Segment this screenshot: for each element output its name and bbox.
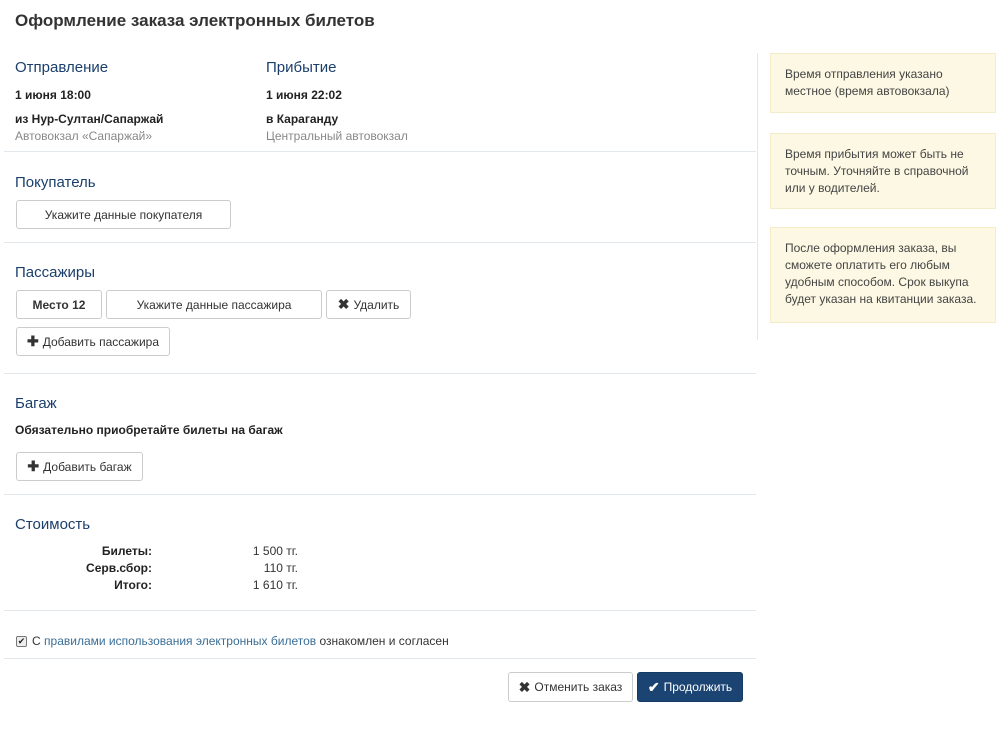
info-tip: Время прибытия может быть не точным. Уто…: [770, 133, 996, 209]
buyer-data-button-label: Укажите данные покупателя: [44, 207, 203, 222]
actions-bar: ✖ Отменить заказ ✔ Продолжить: [4, 659, 756, 719]
cancel-order-label: Отменить заказ: [534, 680, 623, 694]
rules-link[interactable]: правилами использования электронных биле…: [44, 634, 316, 648]
close-icon: ✖: [518, 678, 531, 695]
add-baggage-label: Добавить багаж: [43, 459, 132, 474]
arrival-title: Прибытие: [266, 59, 337, 76]
cost-title: Стоимость: [15, 516, 91, 533]
agreement-checkbox[interactable]: ✔: [16, 636, 27, 647]
seat-label: Место 12: [32, 297, 86, 312]
cost-label: Серв.сбор:: [86, 561, 152, 575]
passenger-data-button-label: Укажите данные пассажира: [136, 297, 292, 312]
cost-value: 110 тг.: [263, 561, 298, 575]
baggage-section: Багаж Обязательно приобретайте билеты на…: [4, 374, 756, 495]
route-section: Отправление 1 июня 18:00 из Нур-Султан/С…: [4, 50, 756, 152]
add-baggage-button[interactable]: ✚ Добавить багаж: [16, 452, 143, 481]
continue-button[interactable]: ✔ Продолжить: [637, 672, 743, 702]
cost-value: 1 610 тг.: [252, 578, 298, 592]
baggage-note: Обязательно приобретайте билеты на багаж: [15, 423, 283, 437]
arrival-city: в Караганду: [266, 112, 339, 126]
arrival-datetime: 1 июня 22:02: [266, 88, 342, 102]
agreement-row: ✔ С правилами использования электронных …: [4, 611, 756, 659]
cost-row: Билеты: 1 500 тг.: [4, 544, 304, 561]
cancel-order-button[interactable]: ✖ Отменить заказ: [508, 672, 633, 702]
departure-datetime: 1 июня 18:00: [15, 88, 91, 102]
cost-value: 1 500 тг.: [252, 544, 298, 558]
buyer-data-button[interactable]: Укажите данные покупателя: [16, 200, 231, 229]
departure-title: Отправление: [15, 59, 109, 76]
order-form: Отправление 1 июня 18:00 из Нур-Султан/С…: [4, 50, 756, 719]
info-sidebar: Время отправления указано местное (время…: [757, 53, 1000, 340]
plus-icon: ✚: [26, 333, 39, 349]
passengers-title: Пассажиры: [15, 264, 96, 281]
passenger-data-button[interactable]: Укажите данные пассажира: [106, 290, 322, 319]
baggage-title: Багаж: [15, 395, 57, 412]
arrival-block: Прибытие 1 июня 22:02 в Караганду Центра…: [266, 59, 408, 143]
arrival-station: Центральный автовокзал: [266, 129, 408, 143]
check-icon: ✔: [647, 678, 660, 695]
info-tip: Время отправления указано местное (время…: [770, 53, 996, 113]
cost-label: Итого:: [114, 578, 152, 592]
add-passenger-button[interactable]: ✚ Добавить пассажира: [16, 327, 170, 356]
passengers-section: Пассажиры Место 12 Укажите данные пассаж…: [4, 243, 756, 374]
plus-icon: ✚: [27, 458, 40, 474]
cost-row: Серв.сбор: 110 тг.: [4, 561, 304, 578]
buyer-section: Покупатель Укажите данные покупателя: [4, 152, 756, 243]
add-passenger-label: Добавить пассажира: [42, 334, 160, 349]
agreement-suffix: ознакомлен и согласен: [319, 634, 449, 648]
departure-block: Отправление 1 июня 18:00 из Нур-Султан/С…: [15, 59, 163, 143]
close-icon: ✖: [337, 296, 350, 312]
departure-station: Автовокзал «Сапаржай»: [15, 129, 153, 143]
cost-row: Итого: 1 610 тг.: [4, 578, 304, 595]
cost-label: Билеты:: [101, 544, 152, 558]
delete-passenger-label: Удалить: [353, 297, 400, 312]
buyer-title: Покупатель: [15, 174, 96, 191]
agreement-prefix: С: [32, 634, 41, 648]
delete-passenger-button[interactable]: ✖ Удалить: [326, 290, 411, 319]
cost-section: Стоимость Билеты: 1 500 тг. Серв.сбор: 1…: [4, 495, 756, 611]
departure-city: из Нур-Султан/Сапаржай: [15, 112, 164, 126]
page-title: Оформление заказа электронных билетов: [15, 11, 375, 30]
seat-badge: Место 12: [16, 290, 102, 319]
info-tip: После оформления заказа, вы сможете опла…: [770, 227, 996, 323]
agreement-text: С правилами использования электронных би…: [32, 634, 449, 648]
continue-label: Продолжить: [663, 680, 733, 694]
